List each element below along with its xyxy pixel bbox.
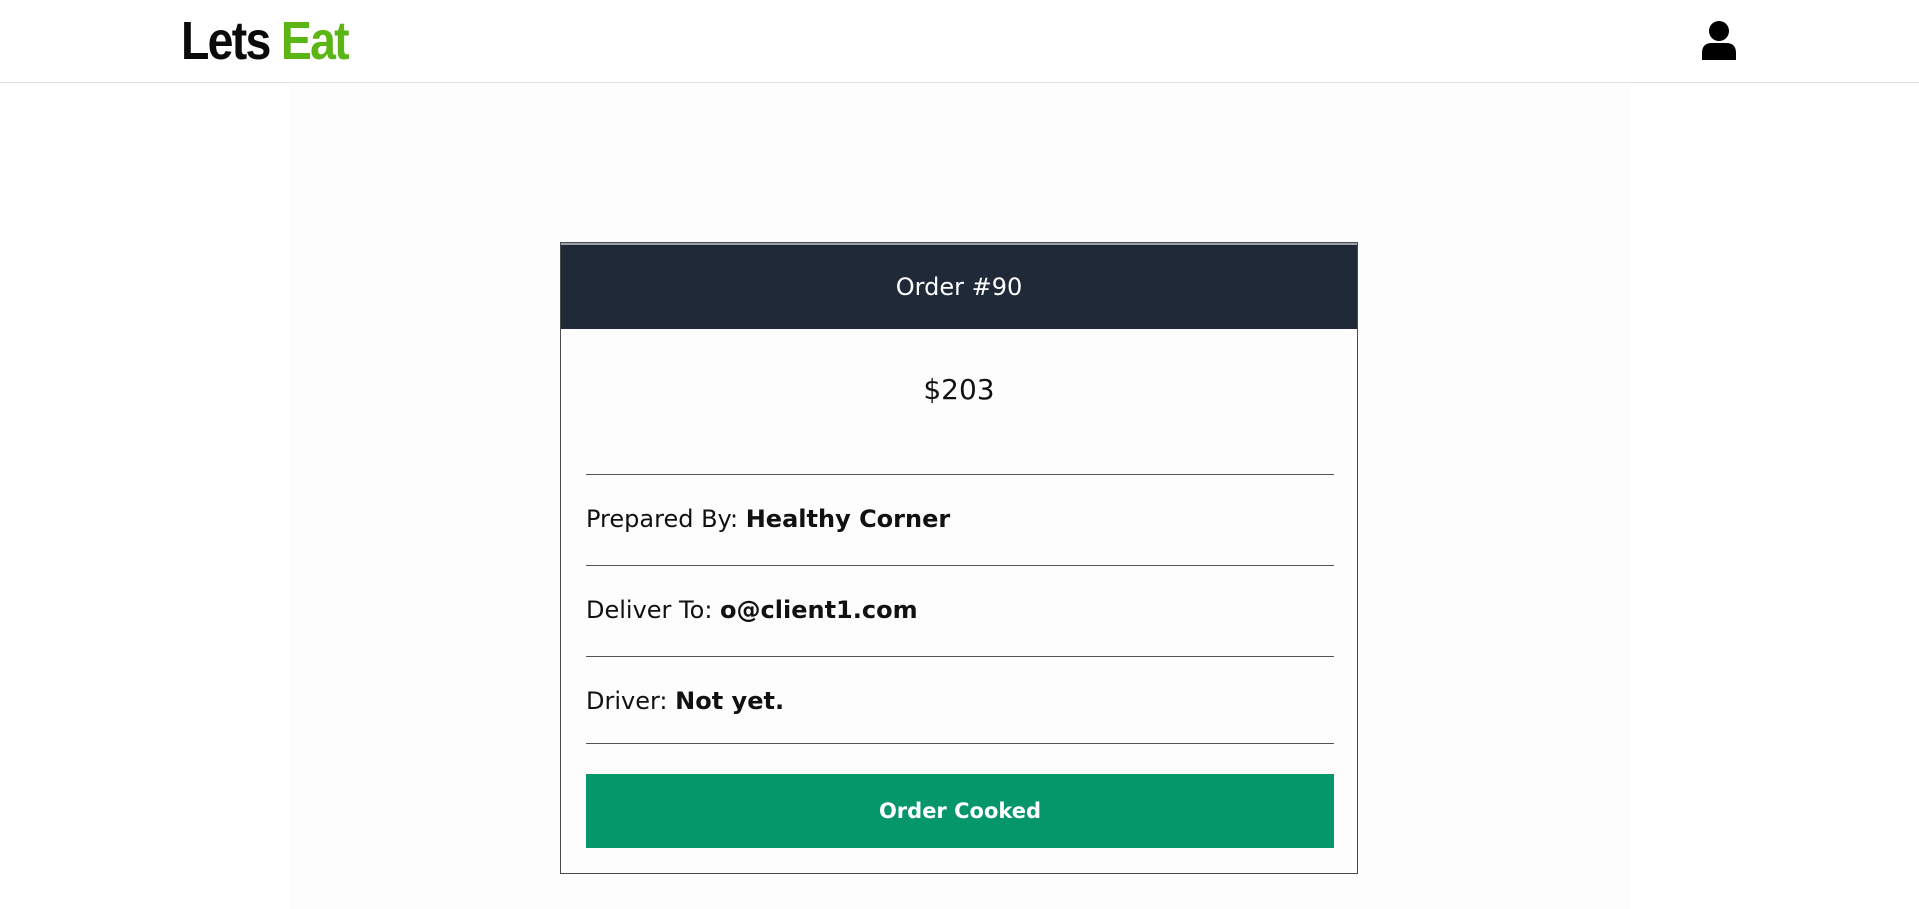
user-icon[interactable] [1700, 20, 1738, 60]
deliver-to-value: o@client1.com [720, 596, 918, 624]
top-navbar: Lets Eat [0, 0, 1919, 83]
order-title: Order #90 [895, 273, 1023, 301]
prepared-by-value: Healthy Corner [745, 505, 951, 533]
divider [586, 565, 1334, 566]
driver-value: Not yet. [675, 687, 785, 715]
divider [586, 656, 1334, 657]
logo[interactable]: Lets Eat [181, 6, 350, 76]
logo-text-lets: Lets [181, 11, 271, 71]
order-header: Order #90 [561, 243, 1357, 329]
logo-text-eat: Eat [280, 11, 350, 71]
prepared-by-label: Prepared By: [586, 505, 739, 533]
divider [586, 474, 1334, 475]
deliver-to-row: Deliver To: o@client1.com [586, 596, 918, 624]
order-card: Order #90 $203 Prepared By: Healthy Corn… [560, 242, 1358, 874]
divider [586, 743, 1334, 744]
deliver-to-label: Deliver To: [586, 596, 713, 624]
prepared-by-row: Prepared By: Healthy Corner [586, 505, 950, 533]
order-cooked-button[interactable]: Order Cooked [586, 774, 1334, 848]
driver-label: Driver: [586, 687, 668, 715]
driver-row: Driver: Not yet. [586, 687, 784, 715]
order-price: $203 [923, 373, 995, 406]
